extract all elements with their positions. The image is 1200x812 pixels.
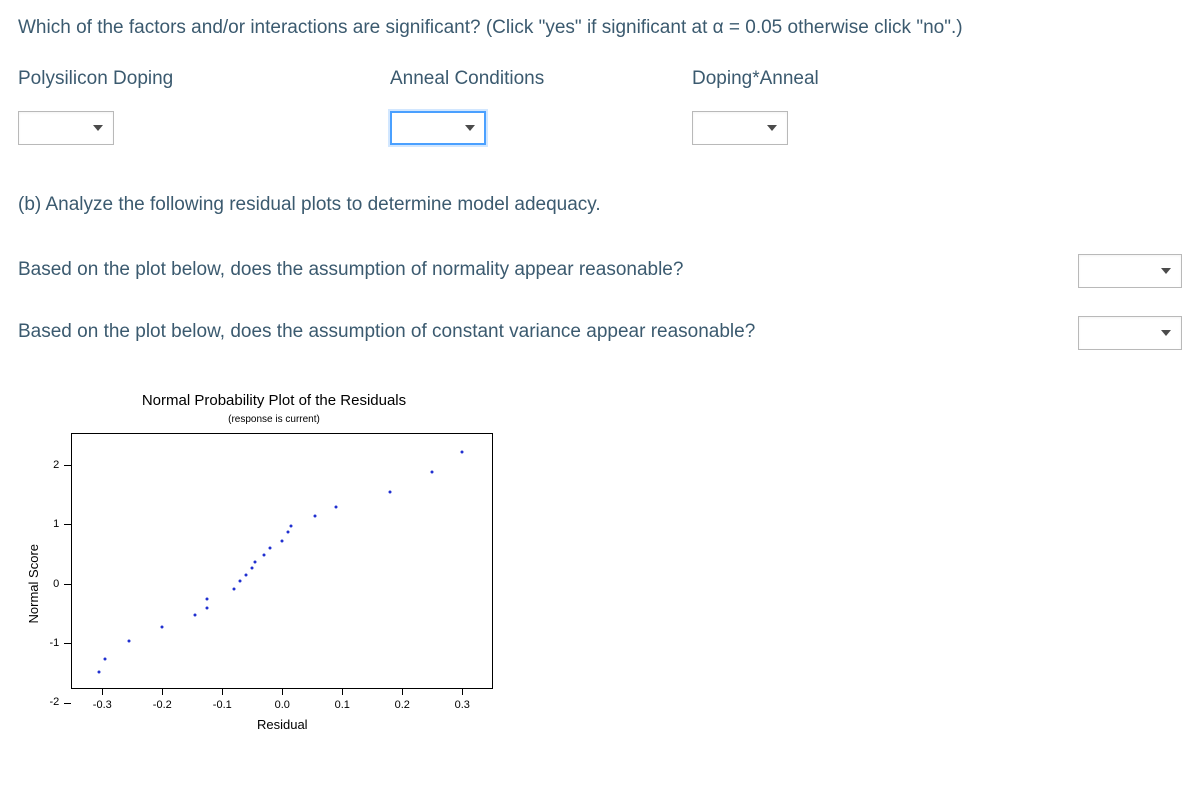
factors-labels-row: Polysilicon Doping Anneal Conditions Dop…	[18, 65, 1182, 94]
chart-point	[290, 525, 293, 528]
factor-interaction-label: Doping*Anneal	[692, 65, 1182, 94]
chart-point	[431, 471, 434, 474]
chevron-down-icon	[767, 125, 777, 131]
chart-point	[335, 505, 338, 508]
normality-select[interactable]	[1078, 254, 1182, 288]
chart-ytick: -1	[50, 635, 72, 652]
partb-heading: (b) Analyze the following residual plots…	[18, 191, 1182, 220]
factors-selects-row	[18, 111, 1182, 145]
chart-point	[161, 626, 164, 629]
question-prompt-text: Which of the factors and/or interactions…	[18, 17, 963, 38]
interaction-select[interactable]	[692, 111, 788, 145]
chart-point	[233, 587, 236, 590]
chart-point	[461, 451, 464, 454]
chart-point	[104, 658, 107, 661]
chart-point	[251, 566, 254, 569]
chart-point	[206, 607, 209, 610]
factor-polysilicon-label: Polysilicon Doping	[18, 65, 390, 94]
chart-point	[128, 639, 131, 642]
chart-point	[263, 554, 266, 557]
chart-point	[194, 613, 197, 616]
constvar-row: Based on the plot below, does the assump…	[18, 316, 1182, 350]
chart-yaxis: 2 1 0 -1 -2	[50, 457, 72, 711]
polysilicon-select[interactable]	[18, 111, 114, 145]
chevron-down-icon	[465, 125, 475, 131]
question-prompt: Which of the factors and/or interactions…	[18, 14, 1182, 43]
chart-point	[254, 561, 257, 564]
chart-point	[269, 547, 272, 550]
anneal-select[interactable]	[390, 111, 486, 145]
chart-point	[239, 580, 242, 583]
chart-point	[389, 490, 392, 493]
chart-ytick: -2	[50, 694, 72, 711]
chart-ytick: 1	[50, 516, 72, 533]
chart-point	[281, 539, 284, 542]
chart-point	[98, 671, 101, 674]
chart-subtitle: (response is current)	[24, 412, 524, 427]
chart-xlabel: Residual	[72, 715, 492, 735]
chart-plot-area	[71, 433, 493, 689]
chart-ytick: 0	[50, 576, 72, 593]
chart-point	[287, 531, 290, 534]
factor-anneal-label: Anneal Conditions	[390, 65, 692, 94]
chevron-down-icon	[1161, 330, 1171, 336]
constvar-question: Based on the plot below, does the assump…	[18, 318, 1052, 347]
normality-row: Based on the plot below, does the assump…	[18, 254, 1182, 288]
chevron-down-icon	[1161, 268, 1171, 274]
chart-point	[314, 514, 317, 517]
chart-point	[206, 598, 209, 601]
chart-xaxis: -0.3-0.2-0.10.00.10.20.3	[72, 689, 492, 711]
chart-point	[245, 573, 248, 576]
normality-question: Based on the plot below, does the assump…	[18, 256, 1052, 285]
chart-title: Normal Probability Plot of the Residuals	[24, 390, 524, 413]
constvar-select[interactable]	[1078, 316, 1182, 350]
normal-prob-plot: Normal Probability Plot of the Residuals…	[24, 390, 1182, 735]
chevron-down-icon	[93, 125, 103, 131]
chart-ytick: 2	[50, 457, 72, 474]
chart-ylabel: Normal Score	[24, 544, 44, 623]
